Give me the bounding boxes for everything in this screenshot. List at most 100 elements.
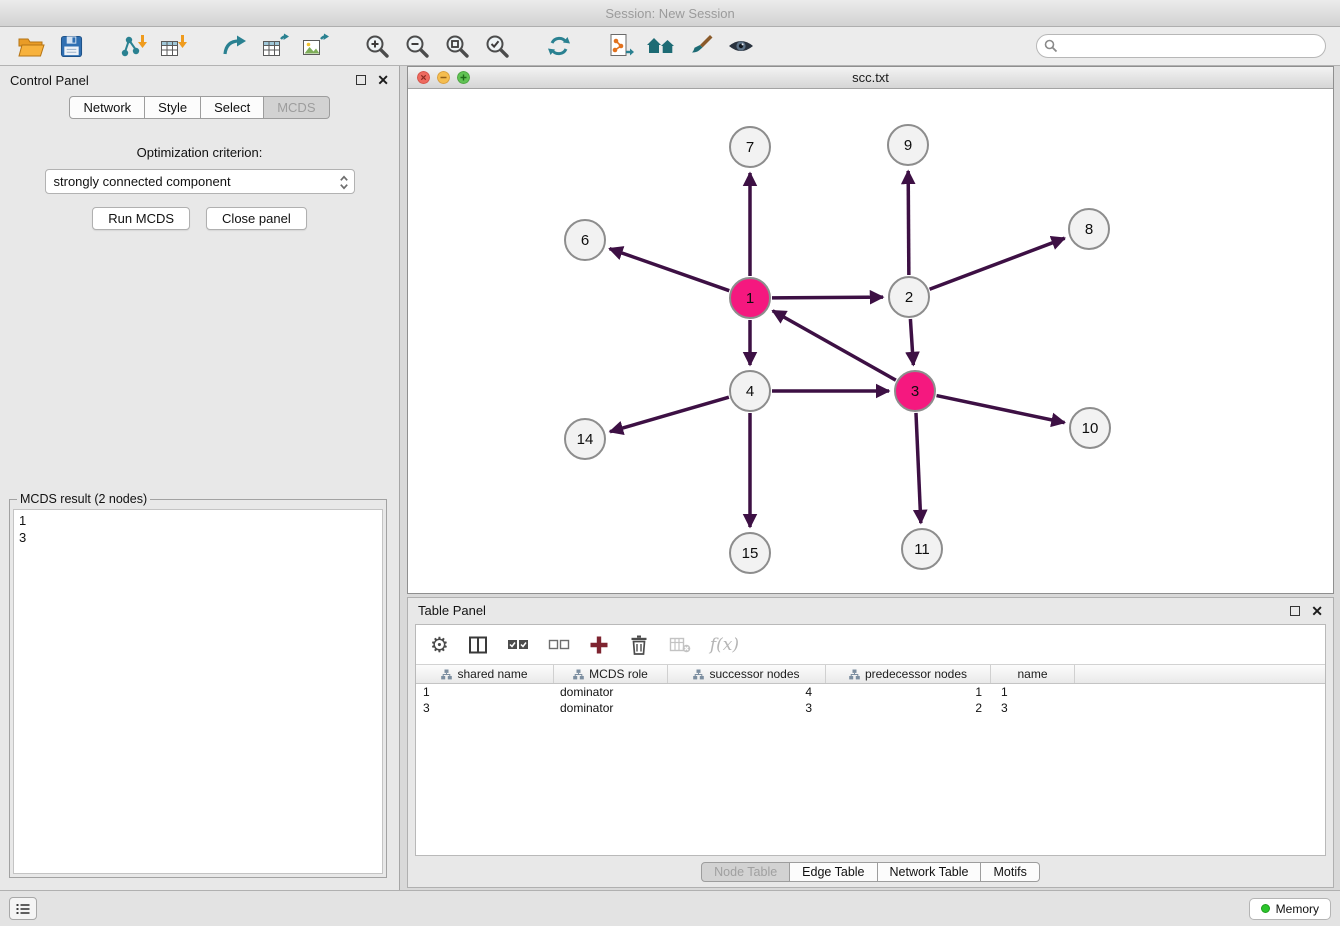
graph-node-label: 11 — [914, 541, 930, 558]
show-all-graphics-button[interactable] — [644, 30, 678, 62]
cell-predecessor-nodes[interactable]: 1 — [826, 684, 991, 700]
export-network-button[interactable] — [218, 30, 252, 62]
cell-predecessor-nodes[interactable]: 2 — [826, 700, 991, 716]
cell-shared-name[interactable]: 3 — [416, 700, 554, 716]
graph-node-label: 2 — [905, 289, 913, 306]
close-window-icon[interactable] — [417, 71, 430, 84]
cell-name[interactable]: 1 — [991, 684, 1075, 700]
import-network-button[interactable] — [116, 30, 150, 62]
mcds-result-box[interactable]: 1 3 — [13, 509, 383, 874]
select-all-rows-button[interactable] — [507, 637, 529, 652]
cell-name[interactable]: 3 — [991, 700, 1075, 716]
tab-node-table[interactable]: Node Table — [701, 862, 790, 882]
graph-node-1[interactable]: 1 — [730, 278, 770, 318]
show-graphics-details-button[interactable] — [724, 30, 758, 62]
zoom-out-icon — [404, 33, 430, 59]
delete-rows-button[interactable] — [628, 634, 650, 656]
memory-button[interactable]: Memory — [1249, 898, 1331, 920]
export-table-button[interactable] — [258, 30, 292, 62]
tab-select[interactable]: Select — [201, 96, 264, 119]
show-columns-button[interactable] — [468, 635, 488, 655]
column-header-name[interactable]: name — [991, 665, 1075, 683]
table-panel-header: Table Panel ✕ — [408, 598, 1333, 623]
refresh-view-button[interactable] — [542, 30, 576, 62]
graph-node-2[interactable]: 2 — [889, 277, 929, 317]
tab-style[interactable]: Style — [145, 96, 201, 119]
graph-node-7[interactable]: 7 — [730, 127, 770, 167]
export-image-button[interactable] — [298, 30, 332, 62]
first-neighbors-button[interactable] — [604, 30, 638, 62]
graph-node-3[interactable]: 3 — [895, 371, 935, 411]
tab-edge-table[interactable]: Edge Table — [790, 862, 877, 882]
zoom-fit-button[interactable] — [440, 30, 474, 62]
graph-edge-3-11[interactable] — [916, 413, 921, 523]
graph-node-10[interactable]: 10 — [1070, 408, 1110, 448]
table-rows[interactable]: 1 dominator 4 1 1 3 dominator 3 2 3 — [416, 684, 1325, 855]
network-graph[interactable]: 7 9 6 8 1 2 4 3 14 10 15 11 — [408, 89, 1333, 593]
zoom-fit-icon — [444, 33, 470, 59]
table-settings-button[interactable]: ⚙ — [430, 635, 449, 655]
graph-edge-2-9[interactable] — [908, 171, 909, 275]
zoom-in-button[interactable] — [360, 30, 394, 62]
column-header-shared-name[interactable]: shared name — [416, 665, 554, 683]
column-header-mcds-role[interactable]: MCDS role — [554, 665, 668, 683]
save-session-button[interactable] — [54, 30, 88, 62]
float-panel-icon[interactable] — [356, 75, 366, 85]
graph-node-6[interactable]: 6 — [565, 220, 605, 260]
graph-node-4[interactable]: 4 — [730, 371, 770, 411]
tab-motifs[interactable]: Motifs — [981, 862, 1039, 882]
close-panel-icon[interactable]: ✕ — [377, 75, 389, 85]
cell-mcds-role[interactable]: dominator — [554, 684, 668, 700]
graph-edge-3-10[interactable] — [937, 396, 1065, 423]
cell-successor-nodes[interactable]: 4 — [668, 684, 826, 700]
float-table-panel-icon[interactable] — [1290, 606, 1300, 616]
deselect-all-rows-button[interactable] — [548, 637, 570, 652]
zoom-out-button[interactable] — [400, 30, 434, 62]
graph-edge-2-8[interactable] — [930, 238, 1065, 289]
maximize-window-icon[interactable] — [457, 71, 470, 84]
plus-icon — [589, 635, 609, 655]
tab-network[interactable]: Network — [69, 96, 145, 119]
graph-node-15[interactable]: 15 — [730, 533, 770, 573]
network-view-titlebar[interactable]: scc.txt — [408, 67, 1333, 89]
graph-edge-2-3[interactable] — [910, 319, 913, 365]
minimize-window-icon[interactable] — [437, 71, 450, 84]
trash-icon — [628, 634, 650, 656]
cell-shared-name[interactable]: 1 — [416, 684, 554, 700]
task-history-button[interactable] — [9, 897, 37, 920]
zoom-selected-button[interactable] — [480, 30, 514, 62]
run-mcds-button[interactable]: Run MCDS — [92, 207, 190, 230]
tab-mcds[interactable]: MCDS — [264, 96, 329, 119]
column-header-predecessor-nodes[interactable]: predecessor nodes — [826, 665, 991, 683]
graph-edge-4-14[interactable] — [610, 397, 729, 432]
optimization-criterion-dropdown[interactable]: strongly connected component — [45, 169, 355, 194]
graph-edge-1-6[interactable] — [610, 249, 730, 291]
column-header-successor-nodes[interactable]: successor nodes — [668, 665, 826, 683]
add-row-button[interactable] — [589, 635, 609, 655]
graph-edge-1-2[interactable] — [772, 297, 883, 298]
close-table-panel-icon[interactable]: ✕ — [1311, 606, 1323, 616]
main-toolbar — [0, 27, 1340, 66]
close-panel-button[interactable]: Close panel — [206, 207, 307, 230]
import-table-button[interactable] — [156, 30, 190, 62]
apply-style-button[interactable] — [684, 30, 718, 62]
network-view-title: scc.txt — [408, 70, 1333, 85]
table-row[interactable]: 1 dominator 4 1 1 — [416, 684, 1325, 700]
graph-edge-3-1[interactable] — [773, 311, 896, 380]
export-network-icon — [222, 33, 248, 59]
tab-network-table[interactable]: Network Table — [878, 862, 982, 882]
mcds-result-group: MCDS result (2 nodes) 1 3 — [9, 492, 387, 878]
open-folder-icon — [18, 35, 45, 57]
graph-node-9[interactable]: 9 — [888, 125, 928, 165]
graph-node-11[interactable]: 11 — [902, 529, 942, 569]
network-canvas[interactable]: 7 9 6 8 1 2 4 3 14 10 15 11 — [408, 89, 1333, 593]
graph-node-8[interactable]: 8 — [1069, 209, 1109, 249]
graph-node-14[interactable]: 14 — [565, 419, 605, 459]
cell-successor-nodes[interactable]: 3 — [668, 700, 826, 716]
two-homes-icon — [646, 34, 676, 58]
cell-mcds-role[interactable]: dominator — [554, 700, 668, 716]
column-type-icon — [573, 669, 584, 680]
table-row[interactable]: 3 dominator 3 2 3 — [416, 700, 1325, 716]
open-session-button[interactable] — [14, 30, 48, 62]
search-input[interactable] — [1036, 34, 1326, 58]
